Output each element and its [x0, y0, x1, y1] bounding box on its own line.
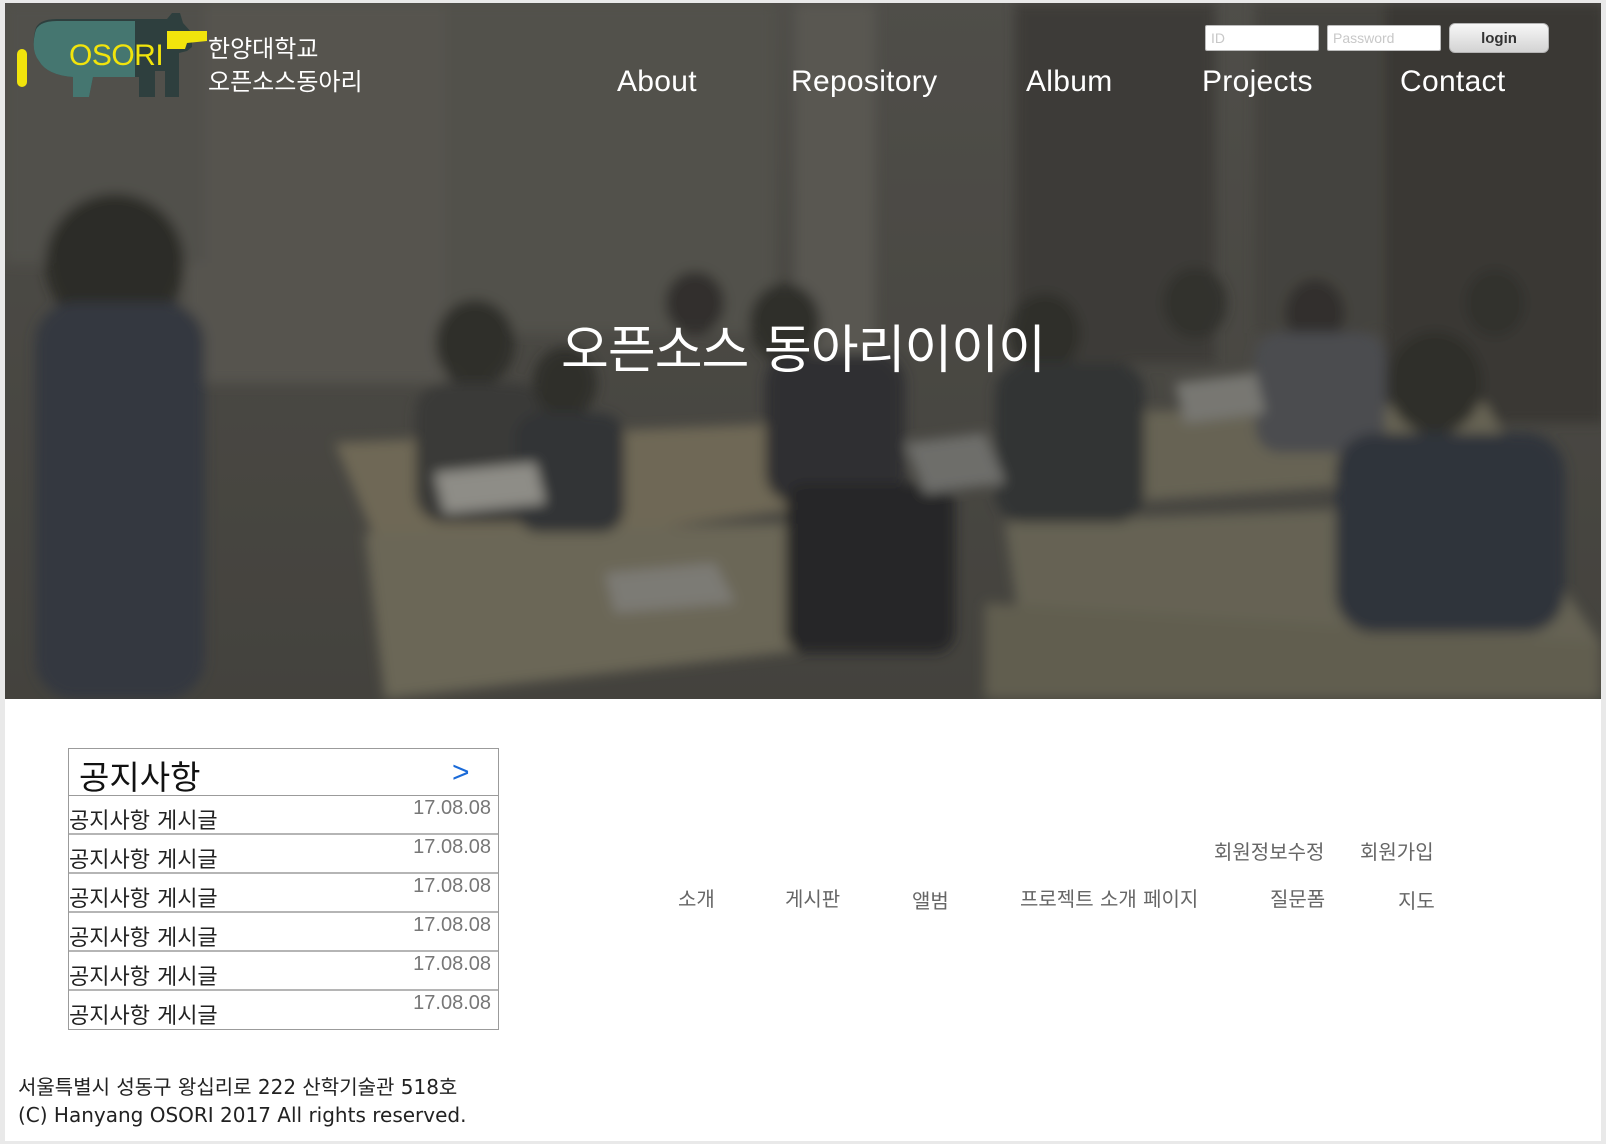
notice-item-title: 공지사항 게시글 [69, 848, 218, 873]
login-form: login [1205, 23, 1549, 53]
notice-item-title: 공지사항 게시글 [69, 809, 218, 834]
notice-board: 공지사항 > 공지사항 게시글 17.08.08 공지사항 게시글 17.08.… [68, 748, 499, 1030]
notice-item-date: 17.08.08 [413, 836, 491, 858]
notice-item[interactable]: 공지사항 게시글 17.08.08 [69, 836, 498, 874]
password-input[interactable] [1327, 25, 1441, 51]
hero-section: OSORI 한양대학교 오픈소스동아리 login About Reposito… [5, 3, 1601, 699]
main-nav: About Repository Album Projects Contact [5, 65, 1601, 105]
notice-item[interactable]: 공지사항 게시글 17.08.08 [69, 992, 498, 1030]
sitemap-projects-link[interactable]: 프로젝트 소개 페이지 [1020, 883, 1198, 912]
sitemap-question-form-link[interactable]: 질문폼 [1270, 883, 1325, 912]
login-button[interactable]: login [1449, 23, 1549, 53]
nav-contact[interactable]: Contact [1400, 65, 1506, 99]
notice-item-title: 공지사항 게시글 [69, 965, 218, 990]
notice-item[interactable]: 공지사항 게시글 17.08.08 [69, 797, 498, 835]
footer-address: 서울특별시 성동구 왕십리로 222 산학기술관 518호 [18, 1075, 458, 1099]
sitemap-map-link[interactable]: 지도 [1398, 885, 1435, 914]
notice-item-date: 17.08.08 [413, 914, 491, 936]
notice-item-title: 공지사항 게시글 [69, 1004, 218, 1029]
page: OSORI 한양대학교 오픈소스동아리 login About Reposito… [5, 3, 1601, 1141]
hero-title: 오픈소스 동아리이이이 [561, 321, 1046, 381]
nav-album[interactable]: Album [1026, 65, 1113, 99]
notice-item-title: 공지사항 게시글 [69, 887, 218, 912]
notice-item-date: 17.08.08 [413, 953, 491, 975]
notice-header: 공지사항 > [69, 749, 498, 797]
notice-item[interactable]: 공지사항 게시글 17.08.08 [69, 875, 498, 913]
footer-copyright: (C) Hanyang OSORI 2017 All rights reserv… [18, 1103, 467, 1127]
notice-item-date: 17.08.08 [413, 992, 491, 1014]
sitemap-board-link[interactable]: 게시판 [785, 883, 840, 912]
edit-profile-link[interactable]: 회원정보수정 [1214, 836, 1324, 865]
notice-item-date: 17.08.08 [413, 797, 491, 819]
nav-projects[interactable]: Projects [1202, 65, 1313, 99]
signup-link[interactable]: 회원가입 [1360, 836, 1434, 865]
notice-item[interactable]: 공지사항 게시글 17.08.08 [69, 953, 498, 991]
notice-title: 공지사항 [79, 758, 201, 797]
notice-item-title: 공지사항 게시글 [69, 926, 218, 951]
footer-info: 서울특별시 성동구 왕십리로 222 산학기술관 518호 (C) Hanyan… [18, 1073, 466, 1129]
notice-more-arrow-icon[interactable]: > [452, 756, 470, 790]
id-input[interactable] [1205, 25, 1319, 51]
notice-item[interactable]: 공지사항 게시글 17.08.08 [69, 914, 498, 952]
org-name-line1: 한양대학교 [208, 35, 319, 63]
sitemap-album-link[interactable]: 앨범 [912, 885, 949, 914]
nav-about[interactable]: About [617, 65, 697, 99]
notice-item-date: 17.08.08 [413, 875, 491, 897]
sitemap-intro-link[interactable]: 소개 [678, 883, 715, 912]
nav-repository[interactable]: Repository [791, 65, 937, 99]
